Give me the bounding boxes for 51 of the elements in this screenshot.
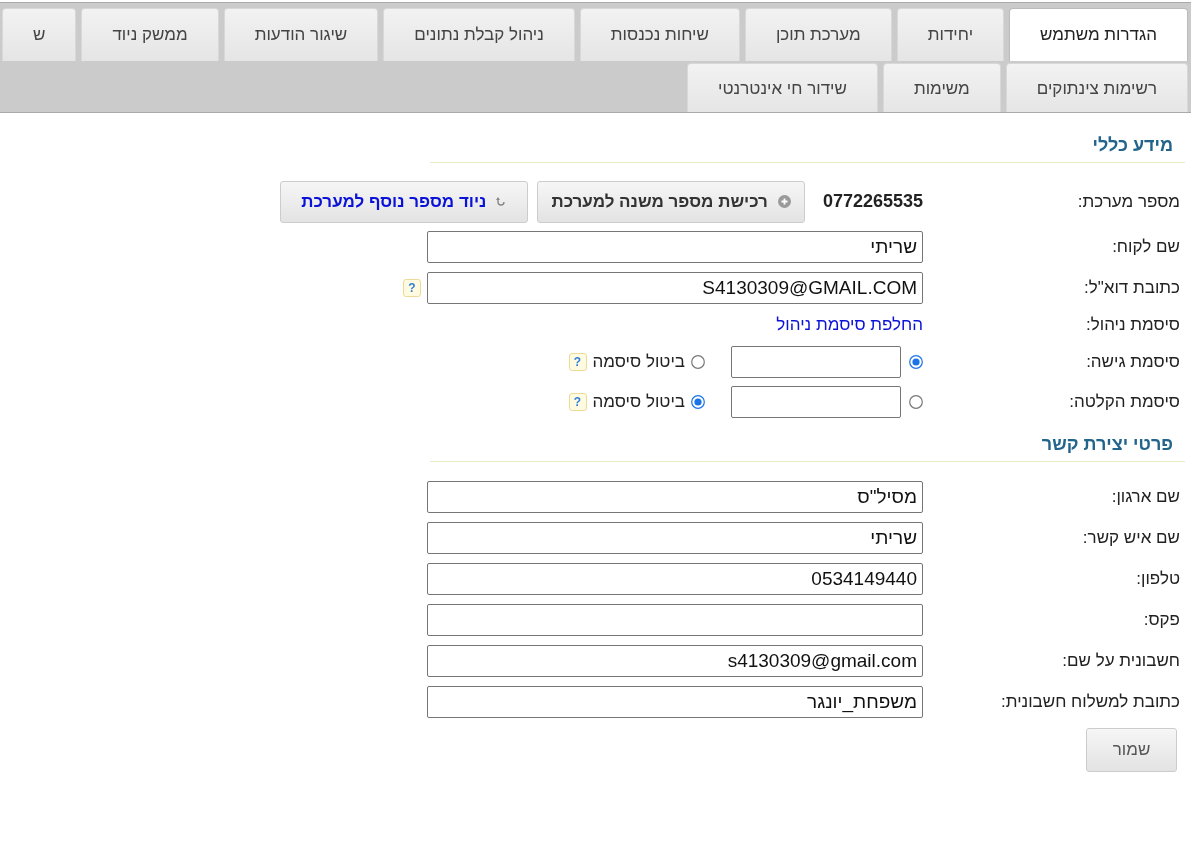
tab[interactable]: שיגור הודעות [223,8,379,61]
password-field[interactable] [731,346,901,378]
system-number: 0772265535 [822,191,923,212]
radio-label: ביטול סיסמה [592,392,685,412]
tab[interactable]: משימות [882,63,1001,112]
field-label: מספר מערכת: [1077,191,1180,211]
text-field[interactable]: s4130309@gmail.com [427,644,923,677]
tab[interactable]: שיחות נכנסות [579,8,740,61]
password-field[interactable] [731,386,901,418]
tab[interactable]: רשימות צינתוקים [1005,63,1188,112]
text-field[interactable] [427,603,923,636]
text-field[interactable]: משפחת_יונגר [427,685,923,718]
field-label: טלפון: [1136,568,1180,588]
field-label: כתובת למשלוח חשבונית: [1001,691,1180,711]
help-button[interactable]: ? [568,353,587,371]
radio-selected[interactable] [909,355,923,369]
field-label: פקס: [1143,609,1180,629]
help-button[interactable]: ? [568,393,587,411]
help-button[interactable]: ? [403,278,421,297]
curved-arrow-icon [496,196,506,207]
field-label: סיסמת גישה: [1086,352,1180,371]
field-label: שם איש קשר: [1082,527,1180,547]
purchase-button[interactable]: רכישת מספר משנה למערכת [537,180,805,223]
radio-selected[interactable] [691,395,705,409]
radio-button[interactable] [909,395,923,409]
tab[interactable]: ניהול קבלת נתונים [383,8,575,61]
tab[interactable]: מערכת תוכן [744,8,892,61]
plus-circle-icon [777,195,791,208]
port-button[interactable]: ניוד מספר נוסף למערכת [280,180,529,223]
radio-label: ביטול סיסמה [592,352,685,372]
text-field[interactable]: שריתי [427,521,923,554]
field-label: כתובת דוא"ל: [1084,277,1180,297]
save-button[interactable]: שמור [1086,728,1177,772]
field-label: שם ארגון: [1111,486,1180,506]
field-label: חשבונית על שם: [1062,650,1180,670]
text-field[interactable]: S4130309@GMAIL.COM [427,271,923,304]
tab[interactable]: שידור חי אינטרנטי [687,63,878,112]
tab[interactable]: יחידות [896,8,1005,61]
tab[interactable]: הגדרות משתמש [1009,8,1188,61]
tab[interactable]: ש [2,8,77,61]
field-label: סיסמת הקלטה: [1069,392,1180,411]
tab[interactable]: ממשק ניוד [81,8,219,61]
section-title: פרטי יצירת קשר [1041,434,1173,455]
section-title: מידע כללי [1092,135,1173,156]
field-label: שם לקוח: [1112,236,1180,256]
change-password-link[interactable]: החלפת סיסמת ניהול [776,315,923,335]
text-field[interactable]: מסיל"ס [427,480,923,513]
radio-button[interactable] [691,355,705,369]
text-field[interactable]: 0534149440 [427,562,923,595]
text-field[interactable]: שריתי [427,230,923,263]
field-label: סיסמת ניהול: [1086,315,1180,334]
